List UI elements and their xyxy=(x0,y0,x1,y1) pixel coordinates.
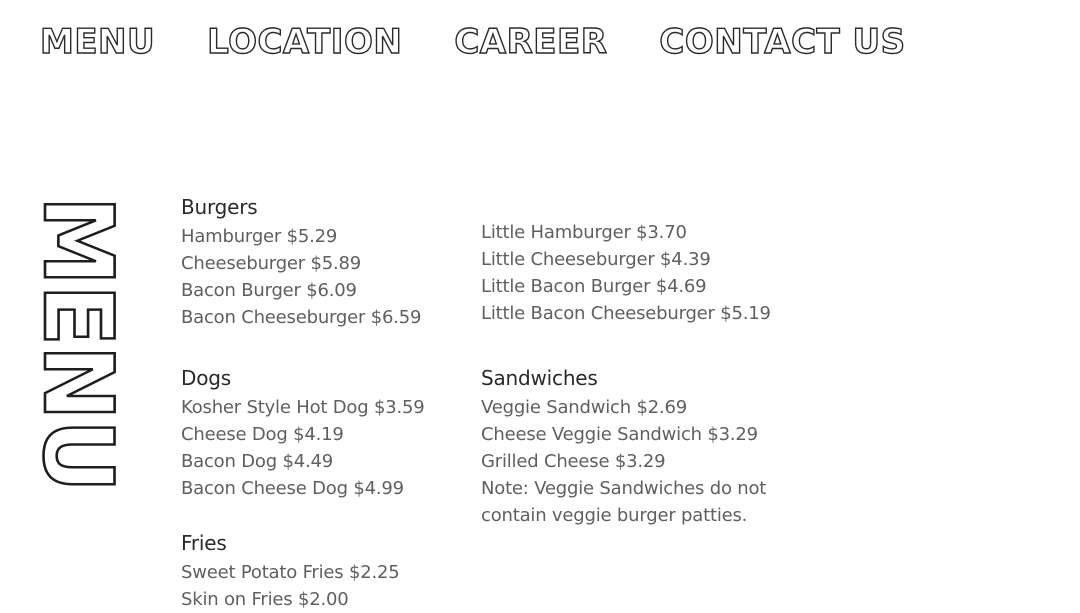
list-item: Kosher Style Hot Dog $3.59 xyxy=(181,397,425,418)
list-item: Little Bacon Cheeseburger $5.19 xyxy=(481,303,771,324)
fries-list: Sweet Potato Fries $2.25 Skin on Fries $… xyxy=(181,559,400,613)
section-title-sandwiches: Sandwiches xyxy=(481,366,598,390)
list-item: Sweet Potato Fries $2.25 xyxy=(181,562,400,583)
list-item: Bacon Cheese Dog $4.99 xyxy=(181,478,404,499)
sandwiches-section: Sandwiches Veggie Sandwich $2.69 Cheese … xyxy=(481,365,781,529)
section-title-fries: Fries xyxy=(181,531,227,555)
nav-menu-link[interactable]: MENU xyxy=(39,20,155,64)
list-item: Cheese Dog $4.19 xyxy=(181,424,344,445)
burgers-list: Hamburger $5.29 Cheeseburger $5.89 Bacon… xyxy=(181,223,421,331)
sandwiches-list: Veggie Sandwich $2.69 Cheese Veggie Sand… xyxy=(481,394,781,529)
nav-contact-us-link[interactable]: CONTACT US xyxy=(659,20,906,64)
list-item: Veggie Sandwich $2.69 xyxy=(481,397,688,418)
list-item: Little Hamburger $3.70 xyxy=(481,222,687,243)
list-item: Grilled Cheese $3.29 xyxy=(481,451,666,472)
list-item: Bacon Cheeseburger $6.59 xyxy=(181,307,422,328)
section-title-dogs: Dogs xyxy=(181,366,231,390)
nav-location-link[interactable]: LOCATION xyxy=(206,20,402,64)
dogs-section: Dogs Kosher Style Hot Dog $3.59 Cheese D… xyxy=(181,365,425,502)
page-title-vertical: MENU xyxy=(30,196,130,580)
list-item: Cheese Veggie Sandwich $3.29 xyxy=(481,424,758,445)
little-burgers-section: Little Hamburger $3.70 Little Cheeseburg… xyxy=(481,219,771,327)
nav-career-link[interactable]: CAREER xyxy=(454,20,608,64)
list-item: Skin on Fries $2.00 xyxy=(181,589,349,610)
little-burgers-list: Little Hamburger $3.70 Little Cheeseburg… xyxy=(481,219,771,327)
list-item: Bacon Dog $4.49 xyxy=(181,451,333,472)
burgers-section: Burgers Hamburger $5.29 Cheeseburger $5.… xyxy=(181,194,421,331)
page-title: MENU xyxy=(30,196,130,493)
list-item: Cheeseburger $5.89 xyxy=(181,253,362,274)
list-item: Hamburger $5.29 xyxy=(181,226,338,247)
sandwiches-note: Note: Veggie Sandwiches do not contain v… xyxy=(481,478,767,526)
dogs-list: Kosher Style Hot Dog $3.59 Cheese Dog $4… xyxy=(181,394,425,502)
list-item: Bacon Burger $6.09 xyxy=(181,280,357,301)
top-nav: MENU LOCATION CAREER CONTACT US xyxy=(39,20,906,64)
fries-section: Fries Sweet Potato Fries $2.25 Skin on F… xyxy=(181,530,400,613)
section-title-burgers: Burgers xyxy=(181,195,258,219)
list-item: Little Bacon Burger $4.69 xyxy=(481,276,707,297)
list-item: Little Cheeseburger $4.39 xyxy=(481,249,711,270)
